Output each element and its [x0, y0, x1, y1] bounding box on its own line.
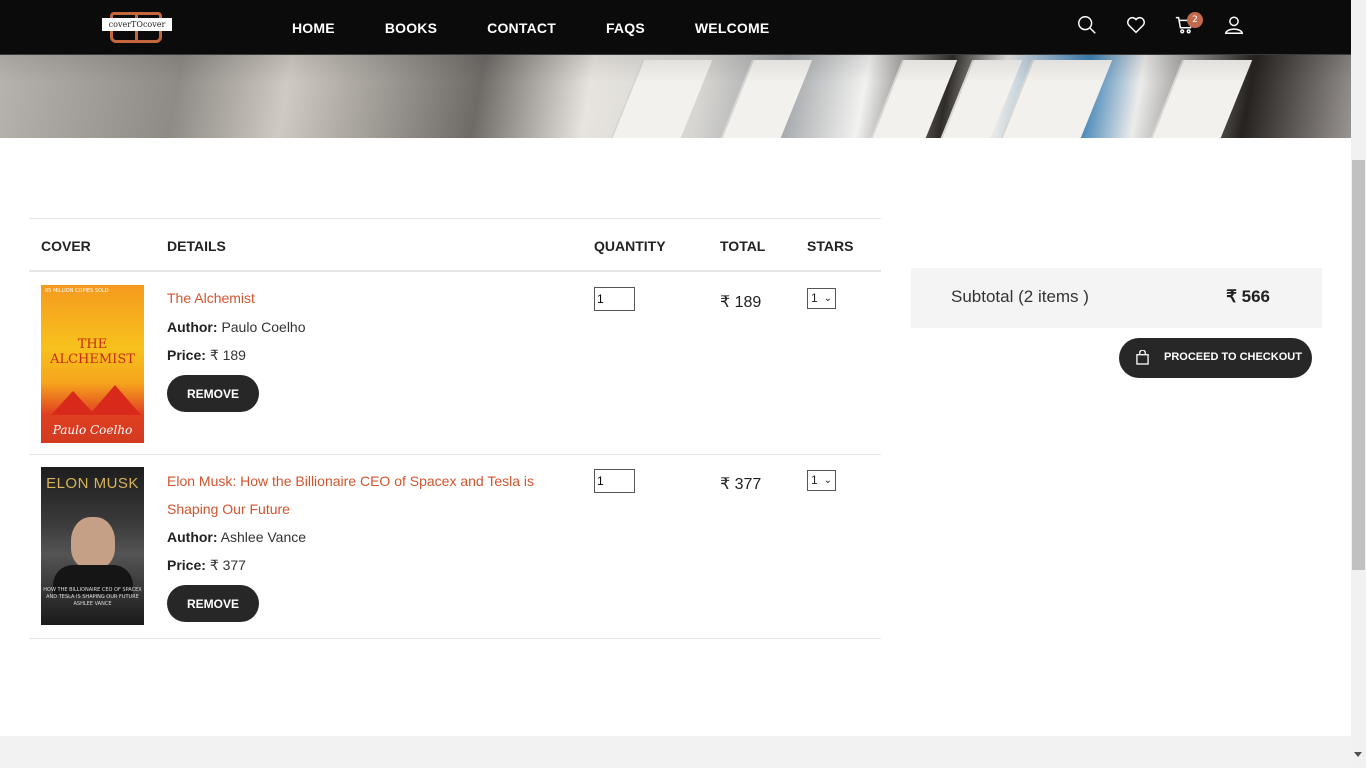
remove-button[interactable]: REMOVE: [167, 585, 259, 622]
price-value: ₹ 189: [209, 347, 246, 363]
nav-home[interactable]: HOME: [292, 20, 335, 36]
subtotal-label: Subtotal (2 items ): [951, 287, 1089, 306]
stars-select[interactable]: 1 ⌄: [807, 288, 836, 309]
header-total: TOTAL: [720, 238, 766, 254]
subtotal-value: ₹ 566: [1226, 287, 1270, 306]
pyramid-graphic: [89, 385, 141, 415]
cart-summary: Subtotal (2 items ) ₹ 566: [911, 268, 1322, 328]
cart-row: ELON MUSK HOW THE BILLIONAIRE CEO OF SPA…: [29, 455, 881, 639]
user-icon[interactable]: [1223, 14, 1247, 40]
nav-books[interactable]: BOOKS: [385, 20, 437, 36]
site-logo[interactable]: coverTOcover: [102, 9, 172, 45]
shopping-bag-icon: [1136, 350, 1149, 365]
scroll-down-icon[interactable]: [1354, 752, 1362, 757]
cover-author: Paulo Coelho: [52, 423, 133, 437]
author-value: Paulo Coelho: [221, 319, 306, 335]
cover-tagline: 65 MILLION COPIES SOLD: [45, 288, 109, 294]
author-value: Ashlee Vance: [220, 529, 307, 545]
cover-title: THE ALCHEMIST: [50, 337, 135, 367]
author-label: Author:: [167, 319, 218, 335]
header-cover: COVER: [41, 238, 91, 254]
book-title-link[interactable]: Elon Musk: How the Billionaire CEO of Sp…: [167, 467, 577, 523]
cart-icon[interactable]: 2: [1174, 12, 1203, 40]
remove-button[interactable]: REMOVE: [167, 375, 259, 412]
quantity-input[interactable]: [594, 469, 635, 493]
chevron-down-icon: ⌄: [823, 475, 832, 486]
cover-title: ELON MUSK: [46, 475, 139, 492]
book-price: Price: ₹ 377: [167, 557, 246, 574]
cover-subtitle: HOW THE BILLIONAIRE CEO OF SPACEX AND TE…: [43, 587, 142, 607]
book-price: Price: ₹ 189: [167, 347, 246, 364]
heart-icon[interactable]: [1125, 14, 1149, 40]
price-label: Price:: [167, 347, 206, 363]
row-total: ₹ 377: [720, 476, 762, 493]
cart-row: 65 MILLION COPIES SOLD THE ALCHEMIST Pau…: [29, 272, 881, 455]
header-stars: STARS: [807, 238, 854, 254]
main-nav: HOME BOOKS CONTACT FAQS WELCOME: [292, 0, 819, 55]
proceed-to-checkout-button[interactable]: PROCEED TO CHECKOUT: [1119, 338, 1312, 378]
book-author: Author: Paulo Coelho: [167, 319, 306, 335]
page-scrollbar[interactable]: [1351, 0, 1366, 768]
author-label: Author:: [167, 529, 218, 545]
cart-count-badge: 2: [1187, 12, 1203, 28]
price-label: Price:: [167, 557, 206, 573]
logo-text: coverTOcover: [102, 18, 172, 31]
book-cover[interactable]: ELON MUSK HOW THE BILLIONAIRE CEO OF SPA…: [41, 467, 144, 625]
stars-value: 1: [811, 473, 818, 487]
scrollbar-thumb[interactable]: [1352, 160, 1365, 570]
cart-table-header: COVER DETAILS QUANTITY TOTAL STARS: [29, 218, 881, 272]
quantity-input[interactable]: [594, 287, 635, 311]
footer-band: [0, 736, 1351, 768]
cart-table: COVER DETAILS QUANTITY TOTAL STARS 65 MI…: [29, 218, 881, 639]
header-details: DETAILS: [167, 238, 226, 254]
header-quantity: QUANTITY: [594, 238, 666, 254]
chevron-down-icon: ⌄: [823, 293, 832, 304]
book-author: Author: Ashlee Vance: [167, 529, 306, 545]
nav-contact[interactable]: CONTACT: [487, 20, 556, 36]
top-navbar: coverTOcover HOME BOOKS CONTACT FAQS WEL…: [0, 0, 1351, 55]
book-cover[interactable]: 65 MILLION COPIES SOLD THE ALCHEMIST Pau…: [41, 285, 144, 443]
nav-icon-bar: 2: [1076, 12, 1272, 40]
portrait-graphic: [71, 517, 115, 569]
price-value: ₹ 377: [209, 557, 246, 573]
row-total: ₹ 189: [720, 294, 762, 311]
nav-faqs[interactable]: FAQS: [606, 20, 645, 36]
nav-welcome[interactable]: WELCOME: [695, 20, 770, 36]
stars-select[interactable]: 1 ⌄: [807, 470, 836, 491]
stars-value: 1: [811, 291, 818, 305]
search-icon[interactable]: [1076, 14, 1100, 40]
checkout-label: PROCEED TO CHECKOUT: [1164, 351, 1302, 363]
book-title-link[interactable]: The Alchemist: [167, 284, 577, 312]
